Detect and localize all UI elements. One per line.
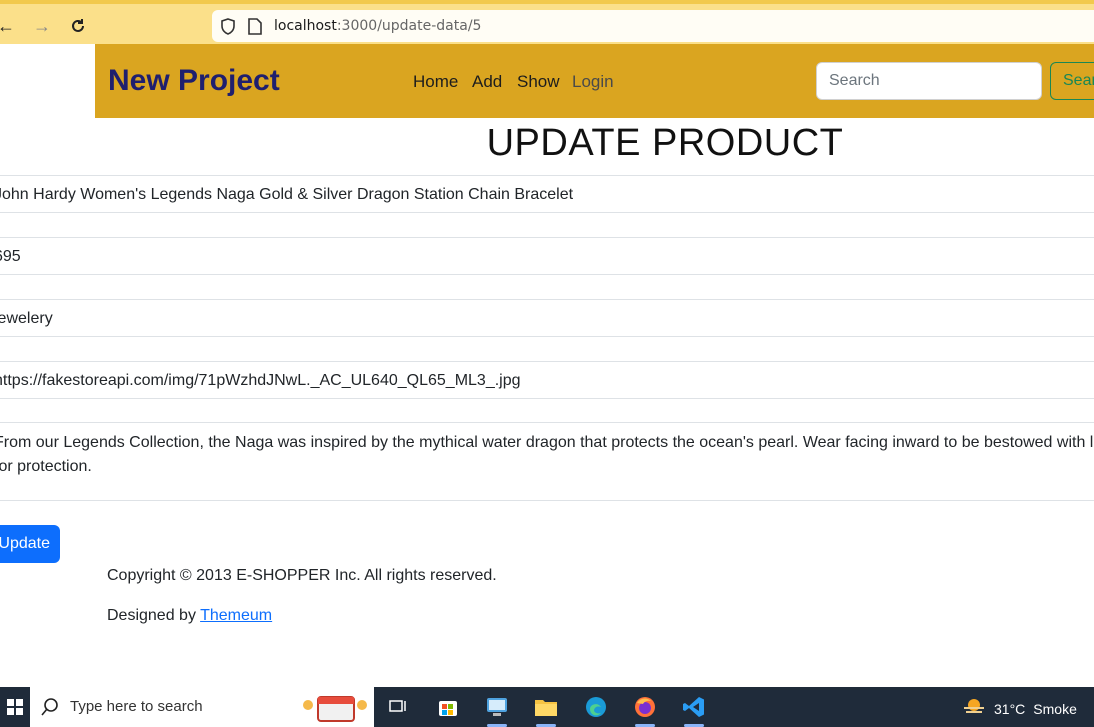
description-line-1: From our Legends Collection, the Naga wa… <box>0 434 1094 451</box>
footer-copyright: Copyright © 2013 E-SHOPPER Inc. All righ… <box>107 567 497 584</box>
nav-login[interactable]: Login <box>572 72 614 92</box>
product-price-field[interactable]: 695 <box>0 237 1094 275</box>
nav-home[interactable]: Home <box>413 72 458 92</box>
back-arrow-icon[interactable]: ← <box>0 12 20 40</box>
weather-widget[interactable]: 31°C Smoke <box>962 697 1077 720</box>
microsoft-store-icon[interactable] <box>428 691 468 723</box>
browser-toolbar: ← → localhost:3000/update-data/5 <box>0 0 1094 44</box>
description-line-2: for protection. <box>0 458 92 475</box>
url-bar[interactable]: localhost:3000/update-data/5 <box>212 10 1094 42</box>
shield-icon[interactable] <box>220 18 236 40</box>
reload-icon[interactable] <box>64 12 92 40</box>
forward-arrow-icon[interactable]: → <box>28 12 56 40</box>
windows-start-icon[interactable] <box>0 687 30 727</box>
page-title: UPDATE PRODUCT <box>486 122 844 164</box>
firefox-icon[interactable] <box>625 691 665 727</box>
designed-by-prefix: Designed by <box>107 607 201 624</box>
windows-taskbar: Type here to search 31°C Smoke <box>0 687 1094 727</box>
nav-show[interactable]: Show <box>517 72 560 92</box>
weather-condition: Smoke <box>1033 700 1077 717</box>
product-category-field[interactable]: jewelery <box>0 299 1094 337</box>
footer-designed-by: Designed by Themeum <box>107 607 272 625</box>
taskbar-search-placeholder: Type here to search <box>70 698 203 715</box>
search-input[interactable] <box>816 62 1042 100</box>
weather-temperature: 31°C <box>994 700 1026 717</box>
search-button[interactable]: Sear <box>1050 62 1094 100</box>
page-icon[interactable] <box>248 18 262 40</box>
product-description-field[interactable]: From our Legends Collection, the Naga wa… <box>0 422 1094 501</box>
file-explorer-icon[interactable] <box>526 691 566 727</box>
task-view-icon[interactable] <box>378 691 418 723</box>
edge-browser-icon[interactable] <box>576 691 616 723</box>
search-icon <box>40 697 60 722</box>
themeum-link[interactable]: Themeum <box>200 607 272 624</box>
taskbar-search-box[interactable]: Type here to search <box>30 687 374 727</box>
remote-desktop-icon[interactable] <box>477 691 517 727</box>
calendar-search-highlight-icon <box>300 691 370 727</box>
site-navbar: New Project Home Add Show Login Sear <box>95 44 1094 118</box>
haze-sun-icon <box>962 697 986 720</box>
brand-logo[interactable]: New Project <box>108 64 280 98</box>
update-button[interactable]: Update <box>0 525 60 563</box>
product-image-field[interactable]: https://fakestoreapi.com/img/71pWzhdJNwL… <box>0 361 1094 399</box>
url-text[interactable]: localhost:3000/update-data/5 <box>274 18 481 34</box>
nav-add[interactable]: Add <box>472 72 502 92</box>
product-name-field[interactable]: John Hardy Women's Legends Naga Gold & S… <box>0 175 1094 213</box>
vscode-icon[interactable] <box>674 691 714 727</box>
